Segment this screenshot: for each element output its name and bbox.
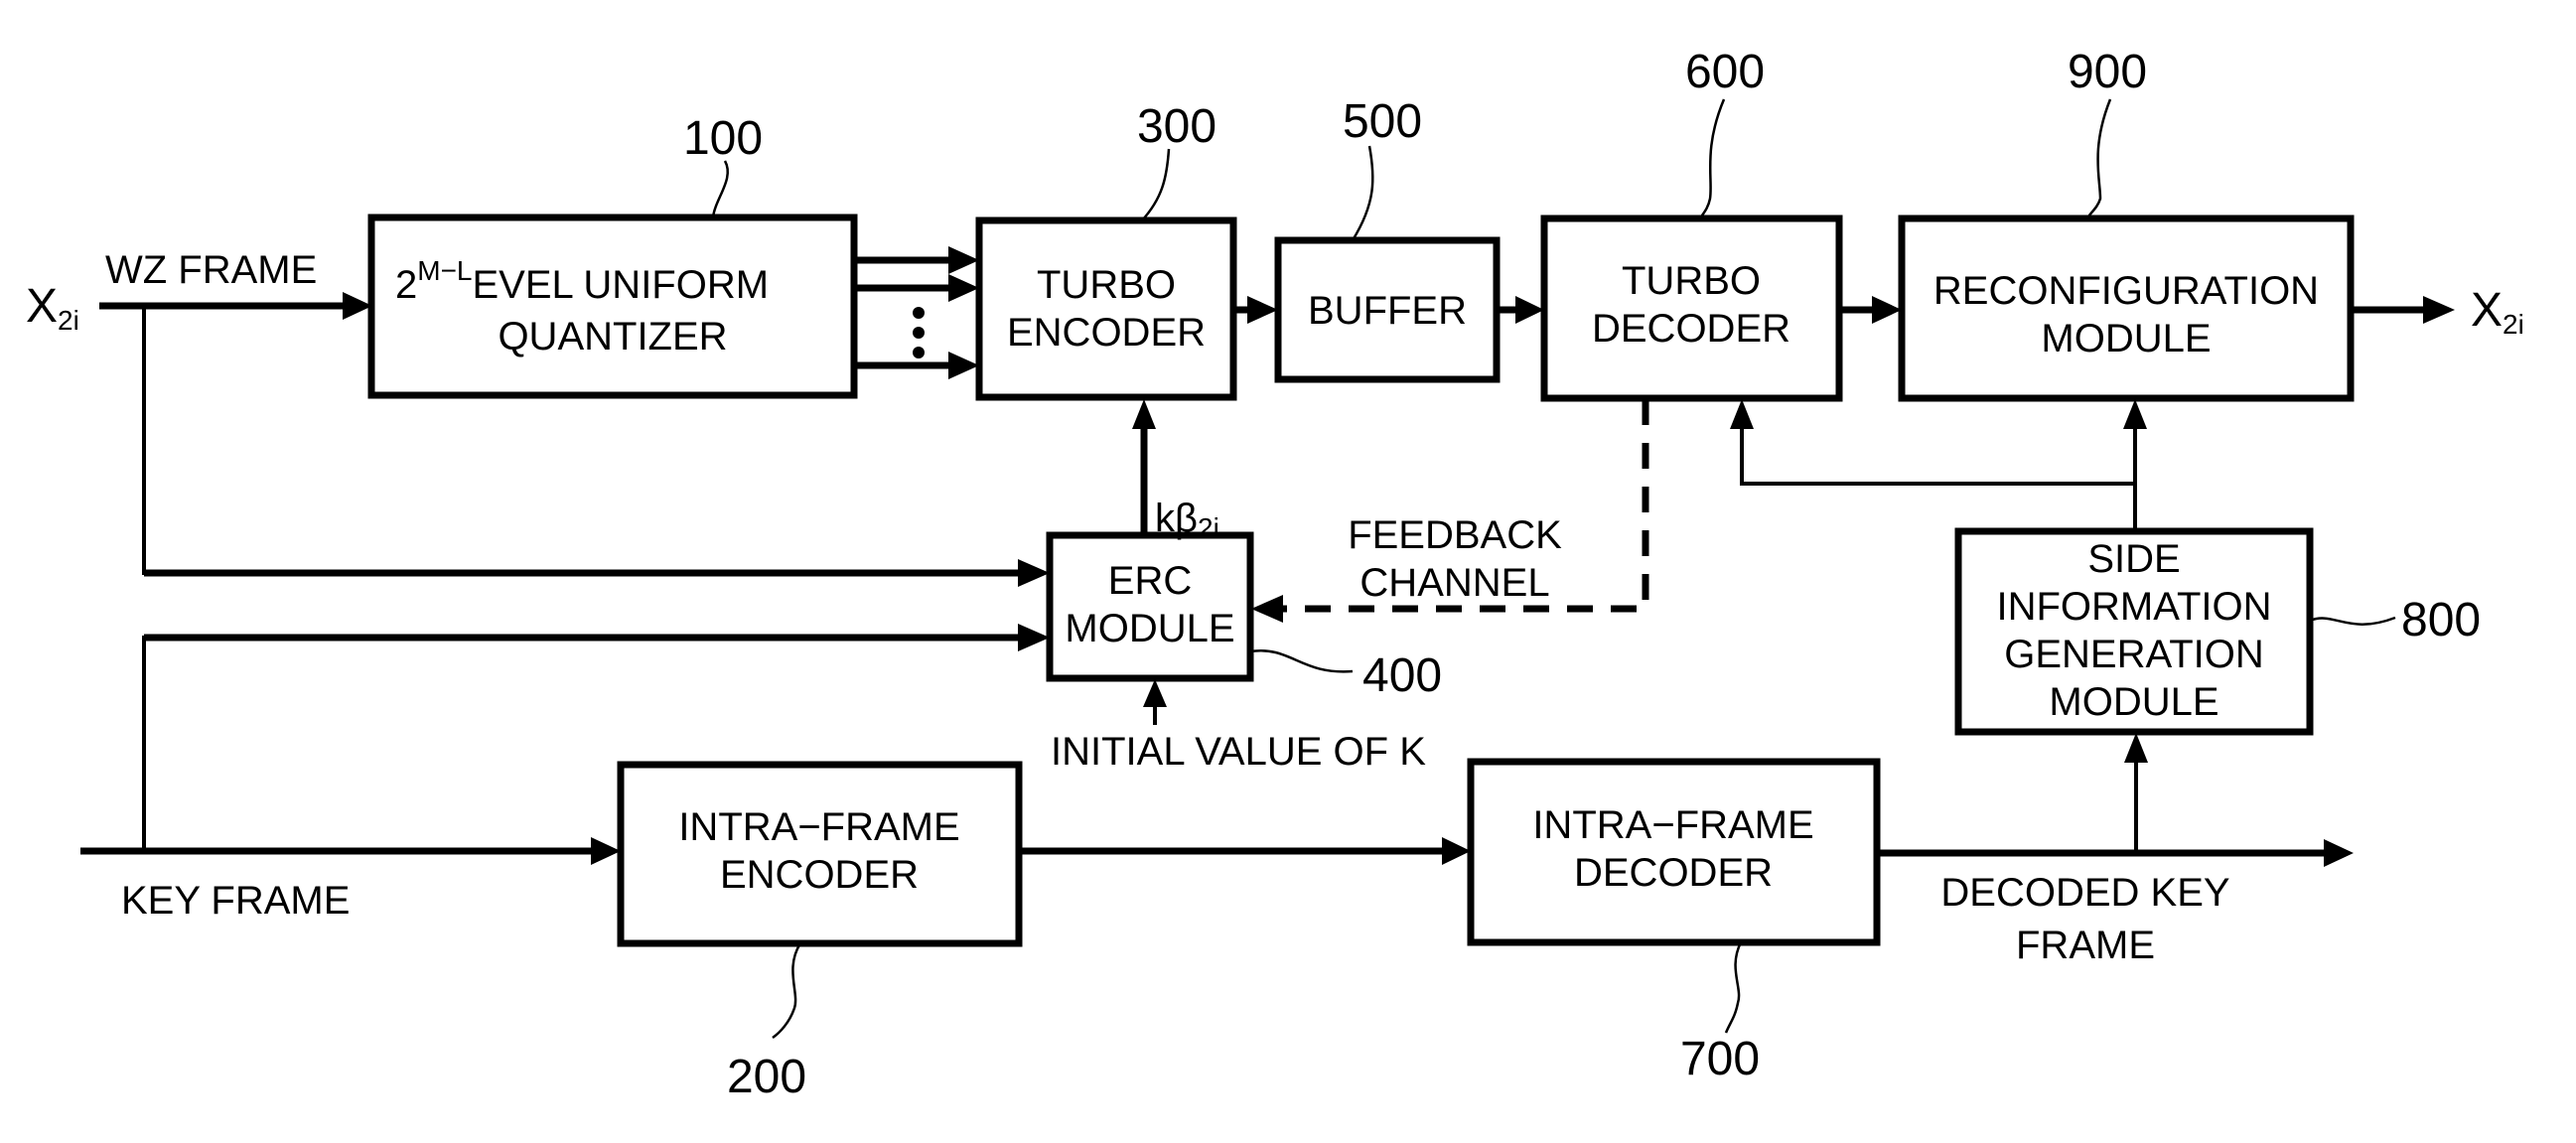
ref-100: 100 [683, 112, 763, 218]
svg-text:ENCODER: ENCODER [1007, 311, 1206, 355]
svg-text:500: 500 [1343, 95, 1422, 148]
svg-text:800: 800 [2401, 594, 2481, 646]
ref-200: 200 [727, 942, 806, 1103]
svg-text:100: 100 [683, 112, 763, 165]
svg-text:INTRA−FRAME: INTRA−FRAME [1532, 803, 1813, 847]
ref-900: 900 [2068, 46, 2147, 219]
key-frame-label: KEY FRAME [121, 879, 350, 923]
encoder-to-buffer-wire [1233, 296, 1278, 324]
svg-text:MODULE: MODULE [2041, 317, 2211, 360]
svg-text:INFORMATION: INFORMATION [1996, 585, 2271, 629]
svg-text:ERC: ERC [1108, 559, 1192, 603]
decoded-to-sideinfo-wire [2124, 733, 2148, 853]
ref-700: 700 [1680, 941, 1760, 1085]
decoded-key-label-1: DECODED KEY [1940, 871, 2229, 915]
decoded-key-frame-wire [1877, 839, 2354, 867]
erc-module-block: ERC MODULE [1046, 531, 1254, 682]
wz-frame-wire [99, 292, 372, 320]
buffer-block: BUFFER [1274, 236, 1501, 383]
svg-text:600: 600 [1685, 46, 1765, 98]
buffer-to-decoder-wire [1497, 296, 1544, 324]
decoded-key-label-2: FRAME [2016, 924, 2155, 967]
svg-text:MODULE: MODULE [2049, 680, 2218, 724]
ref-400: 400 [1249, 648, 1442, 702]
reconfiguration-block: RECONFIGURATION MODULE [1898, 214, 2355, 402]
svg-text:SIDE: SIDE [2087, 537, 2180, 581]
svg-text:700: 700 [1680, 1033, 1760, 1085]
svg-text:TURBO: TURBO [1622, 259, 1761, 303]
svg-text:GENERATION: GENERATION [2004, 633, 2264, 676]
output-x-label: X2i [2471, 284, 2524, 340]
svg-text:BUFFER: BUFFER [1308, 289, 1467, 333]
initial-k-wire [1143, 679, 1167, 725]
initial-k-label: INITIAL VALUE OF K [1051, 730, 1426, 774]
key-frame-wire [80, 837, 621, 865]
svg-text:MODULE: MODULE [1065, 607, 1234, 650]
encoder-to-decoder-wire [1019, 837, 1471, 865]
quantizer-output-wires [854, 246, 979, 379]
block-diagram: 2M−LEVEL UNIFORM QUANTIZER TURBO ENCODER… [26, 46, 2524, 1103]
erc-to-encoder-wire [1132, 399, 1156, 535]
sideinfo-to-decoders-wire [1730, 399, 2147, 531]
ref-800: 800 [2309, 594, 2481, 646]
svg-text:400: 400 [1362, 649, 1442, 702]
ref-500: 500 [1343, 95, 1422, 241]
svg-text:200: 200 [727, 1051, 806, 1103]
svg-text:DECODER: DECODER [1574, 851, 1773, 895]
output-wire [2351, 296, 2455, 324]
turbo-decoder-block: TURBO DECODER [1540, 214, 1843, 402]
svg-text:DECODER: DECODER [1592, 307, 1790, 351]
feedback-label-1: FEEDBACK [1348, 513, 1562, 557]
svg-text:300: 300 [1137, 100, 1216, 153]
quantizer-block: 2M−LEVEL UNIFORM QUANTIZER [367, 214, 858, 399]
svg-text:QUANTIZER: QUANTIZER [498, 315, 727, 358]
intra-encoder-block: INTRA−FRAME ENCODER [617, 761, 1023, 947]
wz-frame-label: WZ FRAME [105, 248, 317, 292]
intra-decoder-block: INTRA−FRAME DECODER [1467, 758, 1881, 946]
ref-600: 600 [1685, 46, 1765, 219]
svg-text:900: 900 [2068, 46, 2147, 98]
input-x-label: X2i [26, 280, 79, 336]
k-beta-label: kβ2i [1155, 497, 1219, 543]
side-info-block: SIDE INFORMATION GENERATION MODULE [1954, 527, 2314, 736]
feedback-label-2: CHANNEL [1360, 561, 1549, 605]
turbo-encoder-block: TURBO ENCODER [975, 216, 1237, 401]
svg-text:INTRA−FRAME: INTRA−FRAME [678, 805, 959, 849]
svg-text:RECONFIGURATION: RECONFIGURATION [1933, 269, 2319, 313]
svg-text:TURBO: TURBO [1037, 263, 1176, 307]
decoder-to-reconfig-wire [1839, 296, 1902, 324]
svg-text:ENCODER: ENCODER [720, 853, 919, 897]
ref-300: 300 [1137, 100, 1216, 221]
